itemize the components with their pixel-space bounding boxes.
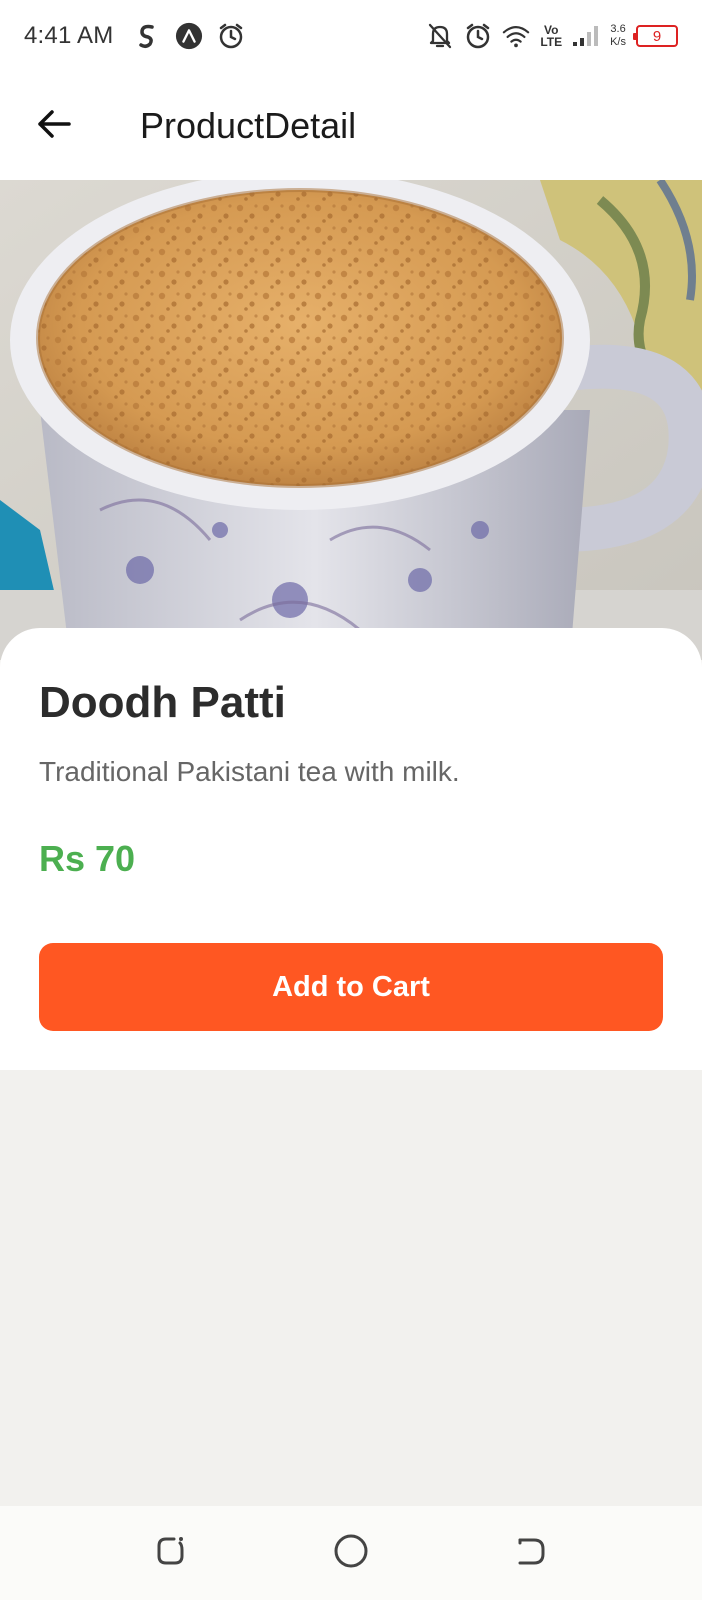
- status-left-icons: [133, 22, 245, 50]
- nav-back-button[interactable]: [511, 1533, 551, 1573]
- recents-button[interactable]: [151, 1533, 191, 1573]
- home-button[interactable]: [331, 1533, 371, 1573]
- status-time: 4:41 AM: [24, 22, 114, 49]
- network-speed-unit: K/s: [610, 36, 626, 48]
- status-bar: 4:41 AM Vo LTE 3.6 K/s 9: [0, 0, 702, 72]
- app-header: ProductDetail: [0, 72, 702, 180]
- network-speed-value: 3.6: [610, 23, 626, 35]
- recents-icon: [154, 1534, 188, 1573]
- product-price: Rs 70: [39, 838, 136, 879]
- arrow-left-icon: [36, 109, 72, 144]
- system-nav-bar: [0, 1506, 702, 1600]
- signal-strength-icon: [572, 22, 600, 50]
- product-card: Doodh Patti Traditional Pakistani tea wi…: [0, 628, 702, 1070]
- network-speed: 3.6 K/s: [610, 23, 626, 49]
- page-title: ProductDetail: [140, 105, 357, 146]
- product-description: Traditional Pakistani tea with milk.: [39, 756, 460, 787]
- status-right-icons: Vo LTE 3.6 K/s 9: [426, 0, 678, 72]
- network-type-bottom: LTE: [540, 35, 563, 49]
- add-to-cart-button[interactable]: Add to Cart: [39, 943, 663, 1031]
- home-icon: [333, 1533, 369, 1574]
- back-button[interactable]: [22, 94, 86, 158]
- network-type: Vo LTE: [540, 24, 562, 48]
- swiftkey-icon: [133, 22, 161, 50]
- battery-level: 9: [652, 27, 662, 45]
- product-name: Doodh Patti: [39, 678, 286, 727]
- product-image: [0, 180, 702, 660]
- nav-back-icon: [514, 1534, 548, 1573]
- alarm-icon: [217, 22, 245, 50]
- alarm-status-icon: [464, 22, 492, 50]
- wifi-icon: [502, 22, 530, 50]
- app-notification-icon: [175, 22, 203, 50]
- bell-off-icon: [426, 22, 454, 50]
- battery-indicator: 9: [633, 25, 678, 47]
